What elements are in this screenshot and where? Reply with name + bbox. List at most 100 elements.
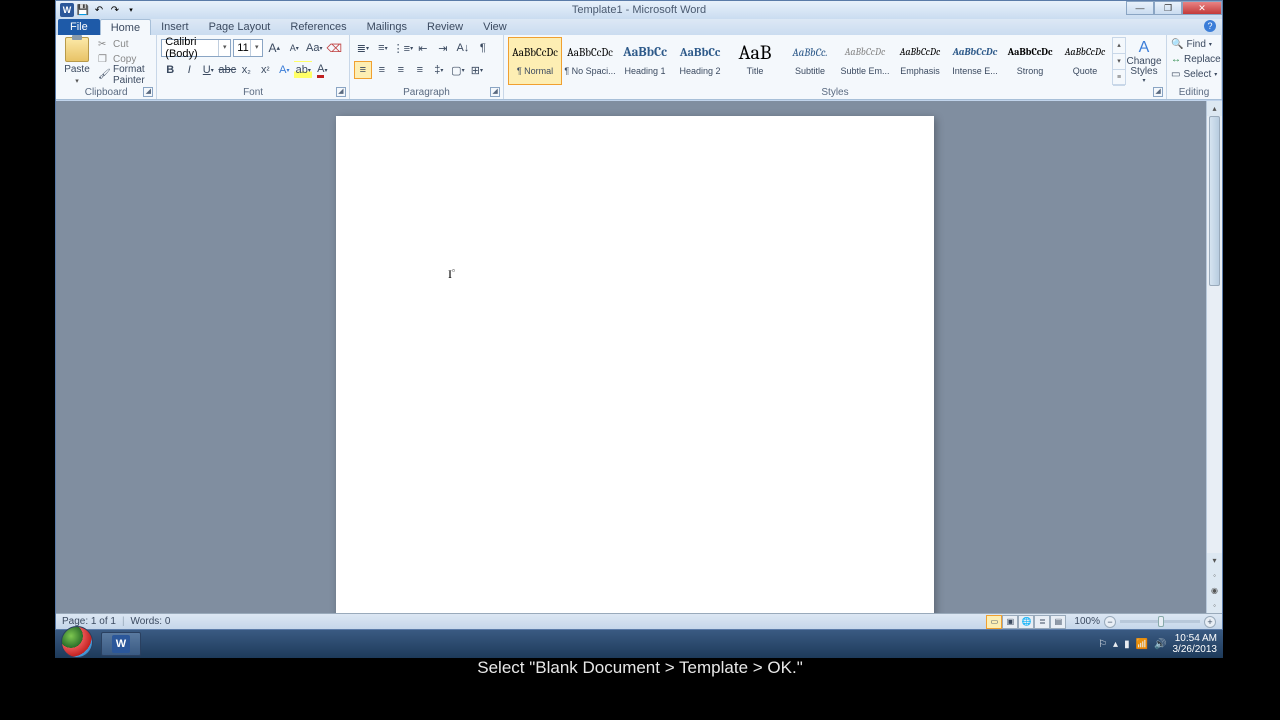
numbering-button[interactable]: ≡▾ [374, 39, 392, 57]
tray-clock[interactable]: 10:54 AM 3/26/2013 [1173, 633, 1218, 655]
style-item[interactable]: AaBbCcDcEmphasis [893, 37, 947, 85]
align-center-button[interactable]: ≡ [373, 61, 391, 79]
scroll-down-icon[interactable]: ▾ [1207, 553, 1222, 568]
view-draft[interactable]: ▤ [1050, 615, 1066, 629]
vertical-scrollbar[interactable]: ▴ ▾ ◦ ◉ ◦ [1206, 101, 1222, 613]
cut-button[interactable]: ✂Cut [98, 37, 152, 52]
zoom-level[interactable]: 100% [1074, 616, 1100, 627]
change-case-button[interactable]: Aa▾ [305, 39, 323, 57]
multilevel-button[interactable]: ⋮≡▾ [394, 39, 412, 57]
view-full-screen[interactable]: ▣ [1002, 615, 1018, 629]
justify-button[interactable]: ≡ [411, 61, 429, 79]
increase-indent-button[interactable]: ⇥ [434, 39, 452, 57]
tab-mailings[interactable]: Mailings [357, 19, 417, 35]
tab-insert[interactable]: Insert [151, 19, 199, 35]
tab-review[interactable]: Review [417, 19, 473, 35]
qat-customize-icon[interactable]: ▾ [124, 3, 138, 17]
scroll-up-icon[interactable]: ▴ [1207, 101, 1222, 116]
view-web[interactable]: 🌐 [1018, 615, 1034, 629]
tab-home[interactable]: Home [100, 19, 151, 35]
tray-flag-icon[interactable]: ⚐ [1098, 639, 1107, 650]
bold-button[interactable]: B [161, 61, 179, 79]
group-label-font: Font [157, 87, 349, 98]
shrink-font-button[interactable]: A▾ [285, 39, 303, 57]
next-page-icon[interactable]: ◦ [1207, 598, 1222, 613]
borders-button[interactable]: ⊞▾ [468, 61, 486, 79]
tray-volume-icon[interactable]: 🔊 [1154, 639, 1166, 650]
italic-button[interactable]: I [180, 61, 198, 79]
shading-button[interactable]: ▢▾ [449, 61, 467, 79]
browse-object-icon[interactable]: ◉ [1207, 583, 1222, 598]
qat-undo-icon[interactable]: ↶ [92, 3, 106, 17]
grow-font-button[interactable]: A▴ [265, 39, 283, 57]
clear-formatting-button[interactable]: ⌫ [325, 39, 343, 57]
page-status[interactable]: Page: 1 of 1 [62, 616, 116, 627]
style-item[interactable]: AaBTitle [728, 37, 782, 85]
line-spacing-button[interactable]: ‡▾ [430, 61, 448, 79]
font-name-combo[interactable]: Calibri (Body)▾ [161, 39, 231, 57]
style-item[interactable]: AaBbCcHeading 2 [673, 37, 727, 85]
underline-button[interactable]: U▾ [199, 61, 217, 79]
style-item[interactable]: AaBbCcDc¶ No Spaci... [563, 37, 617, 85]
view-outline[interactable]: ≣ [1034, 615, 1050, 629]
select-button[interactable]: ▭Select▾ [1171, 67, 1217, 82]
align-right-button[interactable]: ≡ [392, 61, 410, 79]
tab-references[interactable]: References [280, 19, 356, 35]
maximize-button[interactable]: ❐ [1154, 1, 1182, 15]
taskbar-word[interactable]: W [101, 632, 141, 656]
styles-dialog-launcher[interactable]: ◢ [1153, 87, 1163, 97]
style-item[interactable]: AaBbCcDcQuote [1058, 37, 1112, 85]
title-bar: W 💾 ↶ ↷ ▾ Template1 - Microsoft Word — ❐… [56, 1, 1222, 19]
group-label-styles: Styles [504, 87, 1166, 98]
font-color-button[interactable]: A▾ [313, 61, 331, 79]
zoom-slider[interactable] [1120, 620, 1200, 623]
replace-button[interactable]: ↔Replace [1171, 52, 1217, 67]
scroll-thumb[interactable] [1209, 116, 1220, 286]
clipboard-dialog-launcher[interactable]: ◢ [143, 87, 153, 97]
styles-gallery-more[interactable]: ▴▾≡ [1112, 37, 1126, 85]
style-item[interactable]: AaBbCcDc¶ Normal [508, 37, 562, 85]
style-item[interactable]: AaBbCcDcIntense E... [948, 37, 1002, 85]
font-size-combo[interactable]: 11▾ [233, 39, 263, 57]
strikethrough-button[interactable]: abc [218, 61, 236, 79]
tab-file[interactable]: File [58, 19, 100, 35]
zoom-out-button[interactable]: − [1104, 616, 1116, 628]
start-button[interactable] [61, 626, 93, 658]
group-label-editing: Editing [1167, 87, 1221, 98]
style-item[interactable]: AaBbCcDcStrong [1003, 37, 1057, 85]
document-page[interactable]: I▫ [336, 116, 934, 613]
tray-network-icon[interactable]: 📶 [1136, 639, 1148, 650]
tab-view[interactable]: View [473, 19, 517, 35]
sort-button[interactable]: A↓ [454, 39, 472, 57]
align-left-button[interactable]: ≡ [354, 61, 372, 79]
minimize-button[interactable]: — [1126, 1, 1154, 15]
style-item[interactable]: AaBbCc.Subtitle [783, 37, 837, 85]
paste-button[interactable]: Paste ▾ [60, 37, 94, 85]
paragraph-dialog-launcher[interactable]: ◢ [490, 87, 500, 97]
font-dialog-launcher[interactable]: ◢ [336, 87, 346, 97]
style-item[interactable]: AaBbCcDcSubtle Em... [838, 37, 892, 85]
format-painter-button[interactable]: 🖌Format Painter [98, 67, 152, 82]
prev-page-icon[interactable]: ◦ [1207, 568, 1222, 583]
scissors-icon: ✂ [98, 39, 110, 51]
superscript-button[interactable]: x² [256, 61, 274, 79]
word-count[interactable]: Words: 0 [131, 616, 171, 627]
tray-battery-icon[interactable]: ▮ [1124, 639, 1130, 650]
highlight-button[interactable]: ab▾ [294, 61, 312, 79]
close-button[interactable]: ✕ [1182, 1, 1222, 15]
decrease-indent-button[interactable]: ⇤ [414, 39, 432, 57]
tray-up-icon[interactable]: ▴ [1113, 639, 1118, 650]
find-button[interactable]: 🔍Find▾ [1171, 37, 1217, 52]
help-icon[interactable]: ? [1204, 20, 1216, 32]
qat-save-icon[interactable]: 💾 [76, 3, 90, 17]
view-print-layout[interactable]: ▭ [986, 615, 1002, 629]
text-effects-button[interactable]: A▾ [275, 61, 293, 79]
show-marks-button[interactable]: ¶ [474, 39, 492, 57]
qat-redo-icon[interactable]: ↷ [108, 3, 122, 17]
tab-page-layout[interactable]: Page Layout [199, 19, 281, 35]
bullets-button[interactable]: ≣▾ [354, 39, 372, 57]
zoom-in-button[interactable]: + [1204, 616, 1216, 628]
styles-gallery[interactable]: AaBbCcDc¶ NormalAaBbCcDc¶ No Spaci...AaB… [508, 37, 1112, 85]
style-item[interactable]: AaBbCcHeading 1 [618, 37, 672, 85]
subscript-button[interactable]: x₂ [237, 61, 255, 79]
